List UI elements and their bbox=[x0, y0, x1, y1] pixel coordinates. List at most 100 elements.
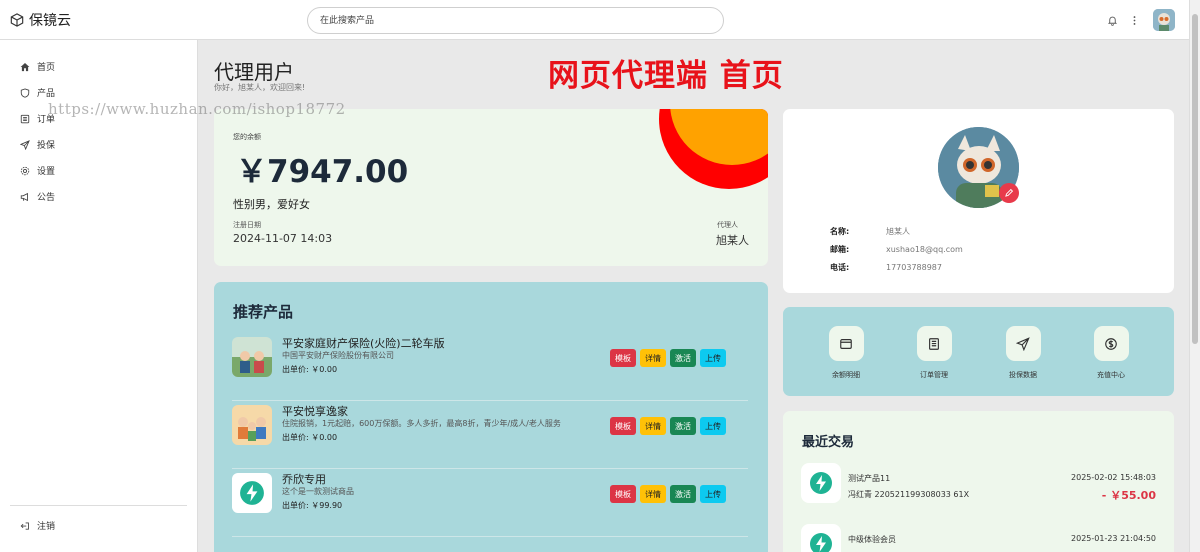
product-price: 出单价: ￥0.00 bbox=[282, 365, 338, 374]
name-label: 名称: bbox=[830, 227, 850, 236]
phone-label: 电话: bbox=[830, 263, 850, 272]
megaphone-icon bbox=[20, 192, 28, 201]
product-name[interactable]: 平安家庭财产保险(火险)二轮车版 bbox=[282, 335, 445, 351]
shield-icon bbox=[20, 87, 30, 98]
transaction-row[interactable]: 中级体验会员 2025-01-23 21:04:50 bbox=[801, 524, 1156, 552]
recommended-products-card: 推荐产品 平安家庭财产保险(火险)二轮车版 中国平安财产保险股份有限公司 出单价… bbox=[214, 282, 768, 552]
agent-name: 旭某人 bbox=[716, 234, 749, 247]
email-value: xushao18@qq.com bbox=[886, 245, 963, 254]
product-item: 平安悦享逸家 住院报销，1元起赔，600万保额。多人多折，最高8折，青少年/成人… bbox=[232, 401, 748, 469]
sidebar-item-announcements[interactable]: 公告 bbox=[20, 190, 55, 203]
watermark-text: https://www.huzhan.com/ishop18772 bbox=[48, 100, 346, 118]
promo-banner-text: 网页代理端 首页 bbox=[548, 58, 784, 94]
sidebar-divider bbox=[10, 505, 187, 506]
activate-button[interactable]: 激活 bbox=[670, 485, 696, 503]
scrollbar-thumb[interactable] bbox=[1192, 14, 1198, 344]
detail-button[interactable]: 详情 bbox=[640, 349, 666, 367]
transaction-title: 中级体验会员 bbox=[848, 535, 896, 544]
lightning-icon bbox=[810, 472, 832, 494]
quick-action-label: 订单管理 bbox=[920, 371, 948, 379]
lightning-icon bbox=[240, 481, 264, 505]
quick-actions-card: 余额明细 订单管理 投保数据 充值中心 bbox=[783, 307, 1174, 396]
search-input[interactable] bbox=[307, 7, 724, 34]
agent-label: 代理人 bbox=[717, 221, 738, 229]
quick-action-insure-data[interactable]: 投保数据 bbox=[993, 326, 1053, 380]
phone-value: 17703788987 bbox=[886, 263, 942, 272]
sidebar-item-label: 产品 bbox=[37, 89, 56, 99]
register-date-label: 注册日期 bbox=[233, 221, 261, 229]
logout-icon bbox=[20, 521, 29, 530]
activate-button[interactable]: 激活 bbox=[670, 417, 696, 435]
product-item: 平安家庭财产保险(火险)二轮车版 中国平安财产保险股份有限公司 出单价: ￥0.… bbox=[232, 333, 748, 401]
logout-button[interactable]: 注销 bbox=[20, 519, 55, 532]
app-logo[interactable]: 保镜云 bbox=[10, 10, 71, 30]
welcome-text: 你好，旭某人，欢迎回来! bbox=[214, 83, 306, 92]
user-bio: 性别男，爱好女 bbox=[233, 198, 310, 211]
page-scrollbar[interactable] bbox=[1189, 0, 1200, 552]
product-thumbnail[interactable] bbox=[232, 405, 272, 445]
register-date-value: 2024-11-07 14:03 bbox=[233, 232, 333, 245]
product-thumbnail[interactable] bbox=[232, 337, 272, 377]
logout-label: 注销 bbox=[37, 522, 56, 532]
sidebar-item-label: 投保 bbox=[37, 141, 56, 151]
transaction-amount: - ￥55.00 bbox=[1101, 489, 1156, 502]
quick-action-label: 充值中心 bbox=[1097, 371, 1125, 379]
products-heading: 推荐产品 bbox=[233, 303, 294, 321]
product-desc: 这个是一款测试商品 bbox=[282, 487, 354, 496]
sidebar-item-label: 设置 bbox=[37, 167, 56, 177]
profile-phone-row: 电话: 17703788987 bbox=[830, 262, 942, 273]
sidebar-item-insure[interactable]: 投保 bbox=[20, 138, 55, 151]
recent-transactions-card: 最近交易 测试产品11 冯红青 220521199308033 61X 2025… bbox=[783, 411, 1174, 552]
balance-label: 您的余额 bbox=[233, 133, 261, 141]
sidebar-item-label: 首页 bbox=[37, 63, 56, 73]
product-name[interactable]: 乔欣专用 bbox=[282, 471, 326, 487]
activate-button[interactable]: 激活 bbox=[670, 349, 696, 367]
receipt-icon bbox=[929, 337, 939, 350]
name-value: 旭某人 bbox=[886, 227, 910, 236]
quick-action-balance-detail[interactable]: 余额明细 bbox=[816, 326, 876, 380]
product-price: 出单价: ￥99.90 bbox=[282, 501, 343, 510]
sidebar-item-products[interactable]: 产品 bbox=[20, 86, 55, 99]
product-name[interactable]: 平安悦享逸家 bbox=[282, 403, 348, 419]
detail-button[interactable]: 详情 bbox=[640, 417, 666, 435]
send-icon bbox=[1016, 336, 1030, 351]
product-thumbnail[interactable] bbox=[232, 473, 272, 513]
upload-button[interactable]: 上传 bbox=[700, 349, 726, 367]
lightning-icon bbox=[810, 533, 832, 552]
sidebar-item-label: 公告 bbox=[37, 193, 56, 203]
wallet-icon bbox=[840, 338, 852, 349]
template-button[interactable]: 模板 bbox=[610, 417, 636, 435]
upload-button[interactable]: 上传 bbox=[700, 485, 726, 503]
edit-icon bbox=[1005, 188, 1014, 197]
sidebar-item-settings[interactable]: 设置 bbox=[20, 164, 55, 177]
upload-button[interactable]: 上传 bbox=[700, 417, 726, 435]
transaction-date: 2025-02-02 15:48:03 bbox=[1071, 473, 1156, 482]
gear-icon bbox=[20, 166, 30, 175]
home-icon bbox=[20, 62, 30, 71]
template-button[interactable]: 模板 bbox=[610, 349, 636, 367]
transaction-subtitle: 冯红青 220521199308033 61X bbox=[848, 490, 970, 499]
balance-amount: ￥7947.00 bbox=[236, 154, 409, 190]
quick-action-recharge-center[interactable]: 充值中心 bbox=[1081, 326, 1141, 380]
template-button[interactable]: 模板 bbox=[610, 485, 636, 503]
edit-avatar-button[interactable] bbox=[999, 183, 1019, 203]
product-item: 乔欣专用 这个是一款测试商品 出单价: ￥99.90 模板 详情 激活 上传 bbox=[232, 469, 748, 537]
detail-button[interactable]: 详情 bbox=[640, 485, 666, 503]
more-vertical-icon[interactable] bbox=[1126, 12, 1142, 28]
send-icon bbox=[20, 139, 30, 150]
dollar-icon bbox=[1105, 337, 1117, 350]
email-label: 邮箱: bbox=[830, 245, 850, 254]
bell-icon[interactable] bbox=[1104, 12, 1120, 28]
sidebar-item-home[interactable]: 首页 bbox=[20, 60, 55, 73]
user-avatar[interactable] bbox=[1153, 9, 1175, 31]
quick-action-label: 投保数据 bbox=[1009, 371, 1037, 379]
recent-heading: 最近交易 bbox=[802, 435, 855, 450]
transaction-row[interactable]: 测试产品11 冯红青 220521199308033 61X 2025-02-0… bbox=[801, 463, 1156, 513]
app-name: 保镜云 bbox=[29, 13, 71, 29]
product-price: 出单价: ￥0.00 bbox=[282, 433, 338, 442]
quick-action-order-management[interactable]: 订单管理 bbox=[904, 326, 964, 380]
profile-email-row: 邮箱: xushao18@qq.com bbox=[830, 244, 963, 255]
transaction-title: 测试产品11 bbox=[848, 474, 891, 483]
quick-action-label: 余额明细 bbox=[832, 371, 860, 379]
top-bar: 保镜云 bbox=[0, 0, 1200, 40]
